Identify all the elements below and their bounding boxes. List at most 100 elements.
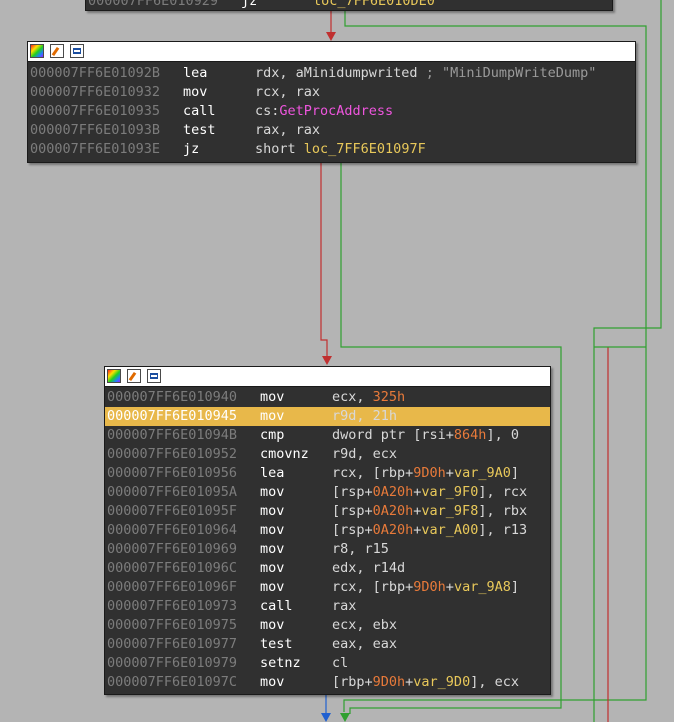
instruction-operands: cs:GetProcAddress <box>255 102 393 121</box>
code-block-getprocaddress[interactable]: 000007FF6E01092B lea rdx, aMinidumpwrited … <box>27 41 636 163</box>
instruction-address: 000007FF6E010952 <box>107 446 238 462</box>
operand-symbol[interactable]: var_A00 <box>421 522 478 538</box>
asm-row[interactable]: 000007FF6E010979 setnz cl <box>105 654 550 673</box>
asm-row[interactable]: 000007FF6E010935 call cs:GetProcAddress <box>28 102 635 121</box>
arrow-false-to-getprocaddress <box>326 32 336 41</box>
instruction-operands: ecx, 325h <box>332 388 405 407</box>
instruction-operands: edx, r14d <box>332 559 405 578</box>
node-header <box>105 367 550 387</box>
instruction-mnemonic: mov <box>260 579 285 595</box>
instruction-operands: [rsp+0A20h+var_A00], r13 <box>332 521 527 540</box>
operand-text: ] <box>510 579 519 595</box>
asm-row-selected[interactable]: 000007FF6E010945 mov r9d, 21h <box>105 407 550 426</box>
asm-row[interactable]: 000007FF6E01096C mov edx, r14d <box>105 559 550 578</box>
jump-target-label[interactable]: loc_7FF6E010DE0 <box>313 0 435 9</box>
asm-row[interactable]: 000007FF6E01093E jz short loc_7FF6E01097F <box>28 140 635 159</box>
instruction-address: 000007FF6E01095F <box>107 503 238 519</box>
instruction-mnemonic: mov <box>260 617 285 633</box>
instruction-address: 000007FF6E01092B <box>30 65 161 81</box>
operand-comment: ; "MiniDumpWriteDump" <box>417 65 597 81</box>
instruction-mnemonic: mov <box>260 503 285 519</box>
operand-text: short <box>255 141 304 157</box>
instruction-mnemonic: lea <box>260 465 285 481</box>
asm-row[interactable]: 000007FF6E010932 mov rcx, rax <box>28 83 635 102</box>
operand-text: r9d, ecx <box>332 446 398 462</box>
operand-symbol[interactable]: var_9F8 <box>421 503 478 519</box>
asm-row[interactable]: 000007FF6E010929 jz loc_7FF6E010DE0 <box>86 0 612 11</box>
asm-row[interactable]: 000007FF6E01096F mov rcx, [rbp+9D0h+var_9A… <box>105 578 550 597</box>
code-block-top-partial[interactable]: 000007FF6E010929 jz loc_7FF6E010DE0 <box>85 0 613 11</box>
instruction-address: 000007FF6E010975 <box>107 617 238 633</box>
asm-row[interactable]: 000007FF6E010975 mov ecx, ebx <box>105 616 550 635</box>
operand-number: 325h <box>372 389 406 405</box>
instruction-operands: [rsp+0A20h+var_9F8], rbx <box>332 502 527 521</box>
asm-row[interactable]: 000007FF6E01095A mov [rsp+0A20h+var_9F0], … <box>105 483 550 502</box>
instruction-address: 000007FF6E010979 <box>107 655 238 671</box>
asm-row[interactable]: 000007FF6E01093B test rax, rax <box>28 121 635 140</box>
operand-symbol[interactable]: var_9F0 <box>421 484 478 500</box>
asm-row[interactable]: 000007FF6E010977 test eax, eax <box>105 635 550 654</box>
operand-text: aMinidumpwrited <box>295 65 418 81</box>
instruction-mnemonic: mov <box>183 84 208 100</box>
operand-symbol[interactable]: loc_7FF6E01097F <box>304 141 426 157</box>
asm-row[interactable]: 000007FF6E01094B cmp dword ptr [rsi+864h],… <box>105 426 550 445</box>
rename-icon[interactable] <box>127 369 141 383</box>
asm-row[interactable]: 000007FF6E01097C mov [rbp+9D0h+var_9D0], e… <box>105 673 550 692</box>
instruction-operands: eax, eax <box>332 635 397 654</box>
operand-text: [rsp+ <box>332 503 373 519</box>
rename-icon[interactable] <box>50 44 64 58</box>
instruction-operands: [rsp+0A20h+var_9F0], rcx <box>332 483 527 502</box>
graph-overview-icon[interactable] <box>70 44 84 58</box>
instruction-operands: r9d, 21h <box>332 407 397 426</box>
instruction-mnemonic: test <box>183 122 216 138</box>
code-block-minidump-call[interactable]: 000007FF6E010940 mov ecx, 325h 000007FF6E01… <box>104 366 551 695</box>
operand-text: ], rcx <box>478 484 528 500</box>
operand-number: 9D0h <box>413 465 446 481</box>
operand-import[interactable]: GetProcAddress <box>279 103 393 119</box>
operand-text: [rsp+ <box>332 522 373 538</box>
instruction-mnemonic: jz <box>241 0 258 9</box>
arrow-normal-bottom <box>321 713 331 722</box>
instruction-operands: rdx, aMinidumpwrited ; "MiniDumpWriteDum… <box>255 64 596 83</box>
operand-symbol[interactable]: var_9A0 <box>454 465 511 481</box>
asm-row[interactable]: 000007FF6E010956 lea rcx, [rbp+9D0h+var_9A… <box>105 464 550 483</box>
operand-symbol[interactable]: var_9A8 <box>454 579 511 595</box>
operand-number: 9D0h <box>413 579 446 595</box>
operand-text: [rsp+ <box>332 484 373 500</box>
asm-row[interactable]: 000007FF6E01095F mov [rsp+0A20h+var_9F8], … <box>105 502 550 521</box>
operand-text: rdx, <box>255 65 296 81</box>
instruction-address: 000007FF6E010977 <box>107 636 238 652</box>
operand-text: ], rbx <box>478 503 528 519</box>
node-header <box>28 42 635 62</box>
graph-overview-icon[interactable] <box>147 369 161 383</box>
operand-text: cl <box>332 655 349 671</box>
operand-text: ], r13 <box>478 522 528 538</box>
operand-number: 0A20h <box>372 522 414 538</box>
operand-symbol[interactable]: var_9D0 <box>413 674 470 690</box>
operand-text: rax, rax <box>255 122 321 138</box>
asm-row[interactable]: 000007FF6E01092B lea rdx, aMinidumpwrited … <box>28 64 635 83</box>
instruction-operands: loc_7FF6E010DE0 <box>313 0 435 11</box>
operand-text: edx, r14d <box>332 560 406 576</box>
asm-row[interactable]: 000007FF6E010964 mov [rsp+0A20h+var_A00], … <box>105 521 550 540</box>
asm-row[interactable]: 000007FF6E010952 cmovnz r9d, ecx <box>105 445 550 464</box>
asm-row[interactable]: 000007FF6E010973 call rax <box>105 597 550 616</box>
instruction-address: 000007FF6E010929 <box>88 0 219 9</box>
colors-icon[interactable] <box>107 369 121 383</box>
operand-number: 9D0h <box>372 674 406 690</box>
operand-text: + <box>445 579 454 595</box>
instruction-address: 000007FF6E010932 <box>30 84 161 100</box>
instruction-address: 000007FF6E010945 <box>107 408 238 424</box>
instruction-operands: ecx, ebx <box>332 616 397 635</box>
operand-text: ], 0 <box>486 427 519 443</box>
instruction-address: 000007FF6E010969 <box>107 541 238 557</box>
instruction-mnemonic: call <box>183 103 216 119</box>
colors-icon[interactable] <box>30 44 44 58</box>
asm-row[interactable]: 000007FF6E010969 mov r8, r15 <box>105 540 550 559</box>
instruction-address: 000007FF6E01096C <box>107 560 238 576</box>
operand-text: ] <box>510 465 519 481</box>
instruction-address: 000007FF6E010964 <box>107 522 238 538</box>
instruction-mnemonic: mov <box>260 674 285 690</box>
instruction-address: 000007FF6E01093B <box>30 122 161 138</box>
asm-row[interactable]: 000007FF6E010940 mov ecx, 325h <box>105 388 550 407</box>
